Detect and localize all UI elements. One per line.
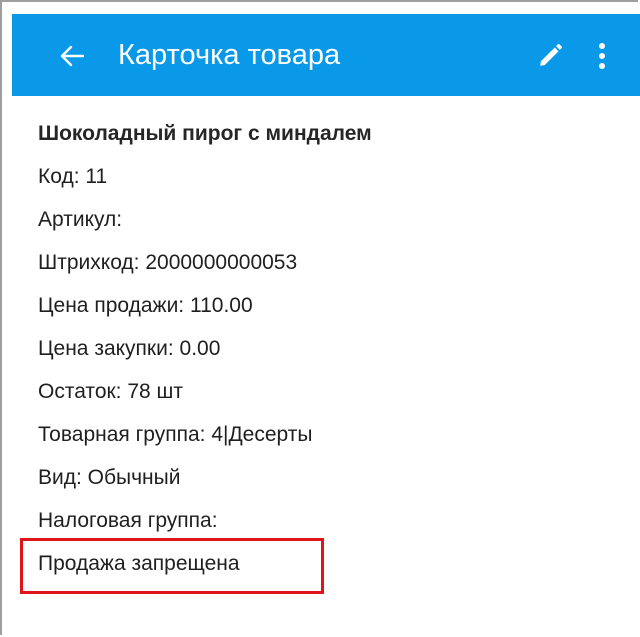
- product-sale-price: Цена продажи: 110.00: [38, 294, 253, 317]
- arrow-left-icon: [60, 45, 85, 67]
- app-bar: Карточка товара: [12, 14, 640, 96]
- product-details: Шоколадный пирог с миндалем Код: 11 Арти…: [38, 112, 618, 585]
- back-button[interactable]: [52, 38, 92, 74]
- page-title: Карточка товара: [118, 39, 341, 71]
- product-article: Артикул:: [38, 208, 123, 231]
- highlight-box: [20, 538, 324, 594]
- product-kind: Вид: Обычный: [38, 466, 181, 489]
- product-code: Код: 11: [38, 165, 108, 188]
- pencil-icon: [540, 43, 563, 66]
- product-stock: Остаток: 78 шт: [38, 380, 184, 403]
- product-barcode: Штрихкод: 2000000000053: [38, 251, 298, 274]
- edit-button[interactable]: [532, 38, 568, 74]
- product-tax-group: Налоговая группа:: [38, 509, 218, 532]
- product-group: Товарная группа: 4|Десерты: [38, 423, 313, 446]
- product-name: Шоколадный пирог с миндалем: [38, 122, 372, 145]
- product-purchase-price: Цена закупки: 0.00: [38, 337, 221, 360]
- more-menu-button[interactable]: [590, 38, 614, 74]
- more-vert-icon: [599, 43, 605, 69]
